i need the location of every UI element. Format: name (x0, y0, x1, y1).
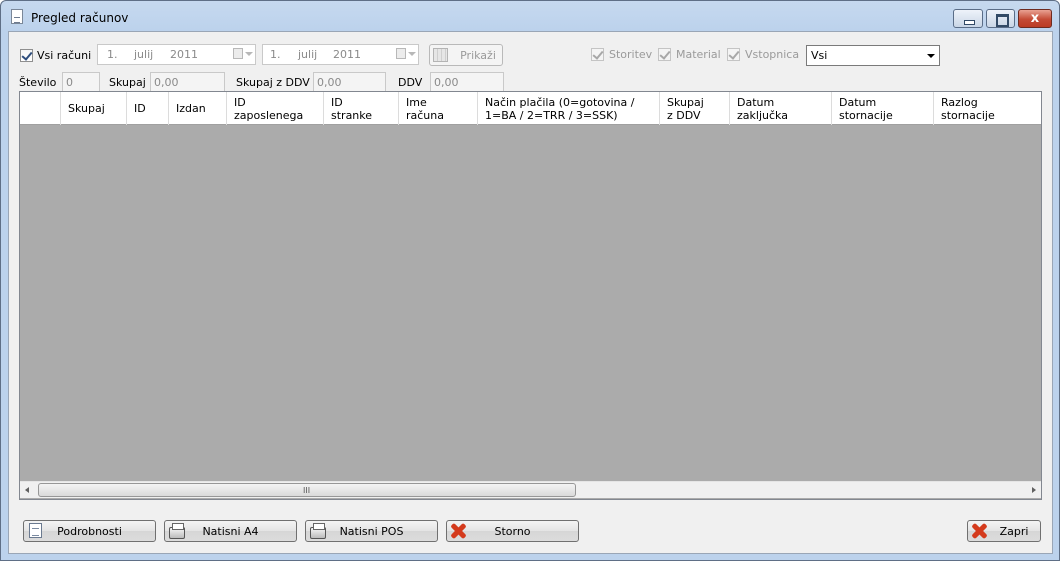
scroll-grip: III (303, 486, 311, 495)
vat-value: 0,00 (434, 76, 459, 89)
services-checkbox[interactable] (591, 48, 604, 61)
row-header-corner[interactable] (20, 92, 61, 125)
date-to-picker[interactable]: 1. julij 2011 (262, 44, 419, 65)
invoices-grid[interactable]: Skupaj ID Izdan ID zaposlenega ID strank… (19, 91, 1042, 500)
all-invoices-label: Vsi računi (37, 49, 92, 62)
column-header-id[interactable]: ID (127, 92, 169, 125)
entrance-label: Vstopnica (745, 48, 800, 61)
details-button-label: Podrobnosti (57, 525, 122, 538)
scroll-thumb[interactable]: III (38, 483, 576, 497)
grid-header: Skupaj ID Izdan ID zaposlenega ID strank… (20, 92, 1041, 125)
column-header-cancel-date[interactable]: Datum stornacije (832, 92, 934, 125)
cancel-invoice-button-label: Storno (494, 525, 531, 538)
horizontal-scrollbar[interactable]: III (20, 481, 1041, 498)
chevron-down-icon (408, 52, 416, 56)
calendar-icon (396, 48, 406, 59)
date-from-year: 2011 (170, 48, 198, 61)
material-checkbox[interactable] (658, 48, 671, 61)
date-to-month: julij (298, 48, 318, 61)
print-pos-button-label: Natisni POS (339, 525, 404, 538)
total-label: Skupaj (109, 76, 146, 89)
vat-label: DDV (398, 76, 423, 89)
date-to-dropdown[interactable] (394, 47, 416, 62)
client-area: Vsi računi 1. julij 2011 1. julij 2011 P… (8, 31, 1053, 554)
date-to-year: 2011 (333, 48, 361, 61)
vat-field: 0,00 (430, 72, 504, 93)
total-vat-value: 0,00 (317, 76, 342, 89)
column-header-payment-method[interactable]: Način plačila (0=gotovina / 1=BA / 2=TRR… (478, 92, 660, 125)
column-header-invoice-name[interactable]: Ime računa (399, 92, 478, 125)
all-invoices-checkbox[interactable] (20, 49, 33, 62)
material-label: Material (676, 48, 721, 61)
show-button-label: Prikaži (460, 49, 496, 62)
restore-button[interactable] (986, 9, 1015, 28)
column-header-customer-id[interactable]: ID stranke (324, 92, 399, 125)
total-value: 0,00 (154, 76, 179, 89)
count-label: Število (19, 76, 57, 89)
print-a4-button[interactable]: Natisni A4 (164, 520, 297, 542)
total-field: 0,00 (150, 72, 225, 93)
close-icon: x (1030, 11, 1040, 26)
document-icon (11, 9, 23, 24)
cancel-invoice-button[interactable]: Storno (446, 520, 579, 542)
count-value: 0 (66, 76, 73, 89)
date-from-day: 1. (107, 48, 118, 61)
total-vat-label: Skupaj z DDV (236, 76, 310, 89)
calendar-icon (233, 48, 243, 59)
column-header-cancel-reason[interactable]: Razlog stornacije (934, 92, 1041, 125)
show-button[interactable]: Prikaži (429, 44, 503, 66)
print-a4-button-label: Natisni A4 (202, 525, 259, 538)
entrance-checkbox[interactable] (727, 48, 740, 61)
main-window: Pregled računov x Vsi računi 1. julij 20… (0, 0, 1060, 561)
close-button[interactable]: Zapri (967, 520, 1041, 542)
window-title: Pregled računov (31, 11, 129, 25)
total-vat-field: 0,00 (313, 72, 386, 93)
scroll-right-icon[interactable] (1032, 487, 1036, 493)
scroll-left-icon[interactable] (25, 487, 29, 493)
print-pos-button[interactable]: Natisni POS (305, 520, 438, 542)
close-button-label: Zapri (999, 525, 1029, 538)
date-from-dropdown[interactable] (231, 47, 253, 62)
details-button[interactable]: Podrobnosti (23, 520, 156, 542)
count-field: 0 (62, 72, 100, 93)
column-header-issued[interactable]: Izdan (169, 92, 227, 125)
close-window-button[interactable]: x (1018, 9, 1052, 28)
type-select-value: Vsi (811, 49, 828, 62)
services-label: Storitev (609, 48, 653, 61)
date-to-day: 1. (270, 48, 281, 61)
chevron-down-icon (927, 54, 935, 58)
date-from-month: julij (134, 48, 154, 61)
minimize-button[interactable] (953, 9, 983, 28)
column-header-close-date[interactable]: Datum zaključka (730, 92, 832, 125)
type-select[interactable]: Vsi (806, 45, 940, 66)
column-header-total-vat[interactable]: Skupaj z DDV (660, 92, 730, 125)
chevron-down-icon (245, 52, 253, 56)
title-bar[interactable]: Pregled računov x (1, 1, 1059, 31)
column-header-total[interactable]: Skupaj (61, 92, 127, 125)
column-header-employee-id[interactable]: ID zaposlenega (227, 92, 324, 125)
date-from-picker[interactable]: 1. julij 2011 (97, 44, 256, 65)
